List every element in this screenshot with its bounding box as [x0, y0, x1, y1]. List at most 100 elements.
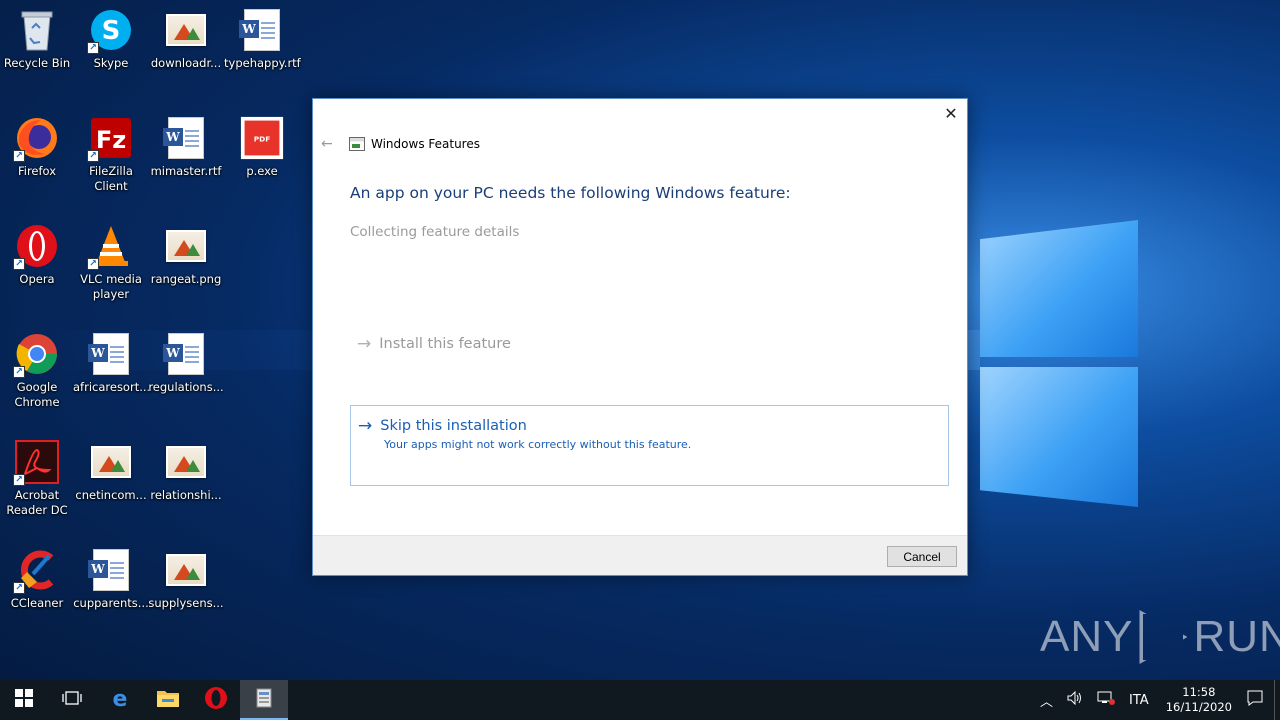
chevron-up-icon[interactable]: ︿ [1040, 691, 1053, 710]
skip-installation-label: Skip this installation [380, 418, 527, 434]
desktop-icon-label: regulations... [148, 380, 224, 394]
opera-taskbar-button[interactable] [192, 680, 240, 720]
install-feature-label: Install this feature [379, 336, 511, 352]
desktop-icon-label: Opera [19, 272, 55, 286]
desktop-icon-typehappy[interactable]: W typehappy.rtf [224, 8, 301, 71]
windows-features-icon [254, 687, 274, 713]
windows-features-taskbar-button[interactable] [240, 680, 288, 720]
desktop-icon-filezilla[interactable]: Fz ↗ FileZilla Client [73, 116, 149, 194]
desktop-icon-label: Firefox [17, 164, 57, 178]
desktop-icon-label: FileZilla Client [89, 164, 133, 193]
close-button[interactable]: ✕ [935, 99, 967, 127]
windows-features-dialog: ✕ ← Windows Features An app on your PC n… [312, 98, 968, 576]
desktop-icon-recycle-bin[interactable]: Recycle Bin [0, 8, 75, 71]
opera-icon: ↗ [13, 224, 59, 270]
desktop-icon-acrobat[interactable]: ↗ Acrobat Reader DC [0, 440, 75, 518]
word-document-icon: W [163, 116, 208, 160]
image-file-icon [164, 224, 208, 268]
install-feature-option[interactable]: → Install this feature [357, 334, 511, 354]
task-view-icon [62, 690, 82, 710]
desktop-icon-label: mimaster.rtf [150, 164, 222, 178]
firefox-icon: ↗ [13, 116, 59, 162]
desktop-icon-downloadr[interactable]: downloadr... [148, 8, 224, 71]
desktop-icon-label: Skype [93, 56, 129, 70]
task-view-button[interactable] [48, 680, 96, 720]
dialog-title-bar: ← Windows Features [321, 135, 480, 153]
desktop-icon-label: VLC media player [80, 272, 142, 301]
desktop-icon-regulations[interactable]: W regulations... [148, 332, 224, 395]
desktop-icon-label: CCleaner [10, 596, 64, 610]
svg-text:PDF: PDF [254, 135, 270, 144]
pdf-exe-icon: PDF [240, 116, 284, 160]
start-button[interactable] [0, 680, 48, 720]
desktop-icon-cupparents[interactable]: W cupparents... [73, 548, 149, 611]
wallpaper-windows-logo [975, 215, 1140, 507]
taskbar: e ︿ ITA 11:58 16/11/2020 [0, 680, 1280, 720]
status-text: Collecting feature details [350, 224, 520, 240]
image-file-icon [164, 8, 208, 52]
play-icon [1139, 610, 1188, 664]
desktop-icon-mimaster[interactable]: W mimaster.rtf [148, 116, 224, 179]
skip-installation-subtext: Your apps might not work correctly witho… [384, 438, 692, 451]
back-arrow-icon[interactable]: ← [321, 136, 337, 152]
network-icon[interactable] [1097, 691, 1116, 709]
chrome-icon: ↗ [13, 332, 59, 378]
desktop-icon-relationshi[interactable]: relationshi... [148, 440, 224, 503]
opera-icon [204, 686, 228, 714]
ccleaner-icon: ↗ [13, 548, 59, 594]
dialog-headline: An app on your PC needs the following Wi… [350, 184, 791, 202]
desktop-icon-label: rangeat.png [150, 272, 222, 286]
dialog-title: Windows Features [371, 137, 480, 151]
file-explorer-button[interactable] [144, 680, 192, 720]
language-indicator[interactable]: ITA [1129, 693, 1149, 708]
desktop-icon-cnetincom[interactable]: cnetincom... [73, 440, 149, 503]
desktop-icon-africaresort[interactable]: W africaresort... [73, 332, 151, 395]
filezilla-icon: Fz ↗ [87, 116, 133, 162]
svg-text:S: S [102, 16, 121, 46]
clock-date: 16/11/2020 [1165, 700, 1232, 714]
desktop-icon-label: cnetincom... [75, 488, 147, 502]
word-document-icon: W [239, 8, 284, 52]
desktop-icon-label: Recycle Bin [3, 56, 71, 70]
word-document-icon: W [88, 332, 133, 376]
desktop-icon-label: cupparents... [73, 596, 149, 610]
word-document-icon: W [88, 548, 133, 592]
desktop-icon-label: Acrobat Reader DC [6, 488, 68, 517]
desktop-icon-ccleaner[interactable]: ↗ CCleaner [0, 548, 75, 611]
cancel-button[interactable]: Cancel [887, 546, 957, 567]
desktop-icon-label: p.exe [246, 164, 278, 178]
desktop-icon-label: africaresort... [73, 380, 151, 394]
word-document-icon: W [163, 332, 208, 376]
desktop-icon-p-exe[interactable]: PDF p.exe [224, 116, 300, 179]
recycle-bin-icon [15, 8, 59, 52]
image-file-icon [164, 440, 208, 484]
desktop-icon-label: downloadr... [150, 56, 222, 70]
svg-text:Fz: Fz [96, 126, 126, 154]
skip-installation-option[interactable]: → Skip this installation Your apps might… [350, 405, 949, 486]
desktop-icon-supplysens[interactable]: supplysens... [148, 548, 224, 611]
show-desktop-button[interactable] [1274, 680, 1280, 720]
image-file-icon [164, 548, 208, 592]
desktop-icon-label: relationshi... [150, 488, 222, 502]
notification-icon[interactable] [1247, 690, 1263, 710]
speaker-icon[interactable] [1067, 690, 1083, 709]
desktop-icon-chrome[interactable]: ↗ Google Chrome [0, 332, 75, 410]
folder-icon [156, 688, 180, 712]
desktop-icon-rangeat[interactable]: rangeat.png [148, 224, 224, 287]
skype-icon: S ↗ [87, 8, 133, 54]
windows-logo-icon [15, 689, 33, 711]
desktop-icon-skype[interactable]: S ↗ Skype [73, 8, 149, 71]
desktop-icon-firefox[interactable]: ↗ Firefox [0, 116, 75, 179]
edge-button[interactable]: e [96, 680, 144, 720]
desktop-icon-opera[interactable]: ↗ Opera [0, 224, 75, 287]
image-file-icon [89, 440, 133, 484]
edge-icon: e [108, 686, 132, 714]
watermark-text-left: ANY [1040, 612, 1134, 661]
clock[interactable]: 11:58 16/11/2020 [1166, 685, 1232, 715]
desktop-icon-label: Google Chrome [14, 380, 60, 409]
svg-text:e: e [113, 687, 128, 710]
close-icon: ✕ [944, 103, 958, 123]
dialog-footer: Cancel [313, 535, 967, 575]
desktop-icon-vlc[interactable]: ↗ VLC media player [73, 224, 149, 302]
desktop-icon-label: typehappy.rtf [224, 56, 301, 70]
